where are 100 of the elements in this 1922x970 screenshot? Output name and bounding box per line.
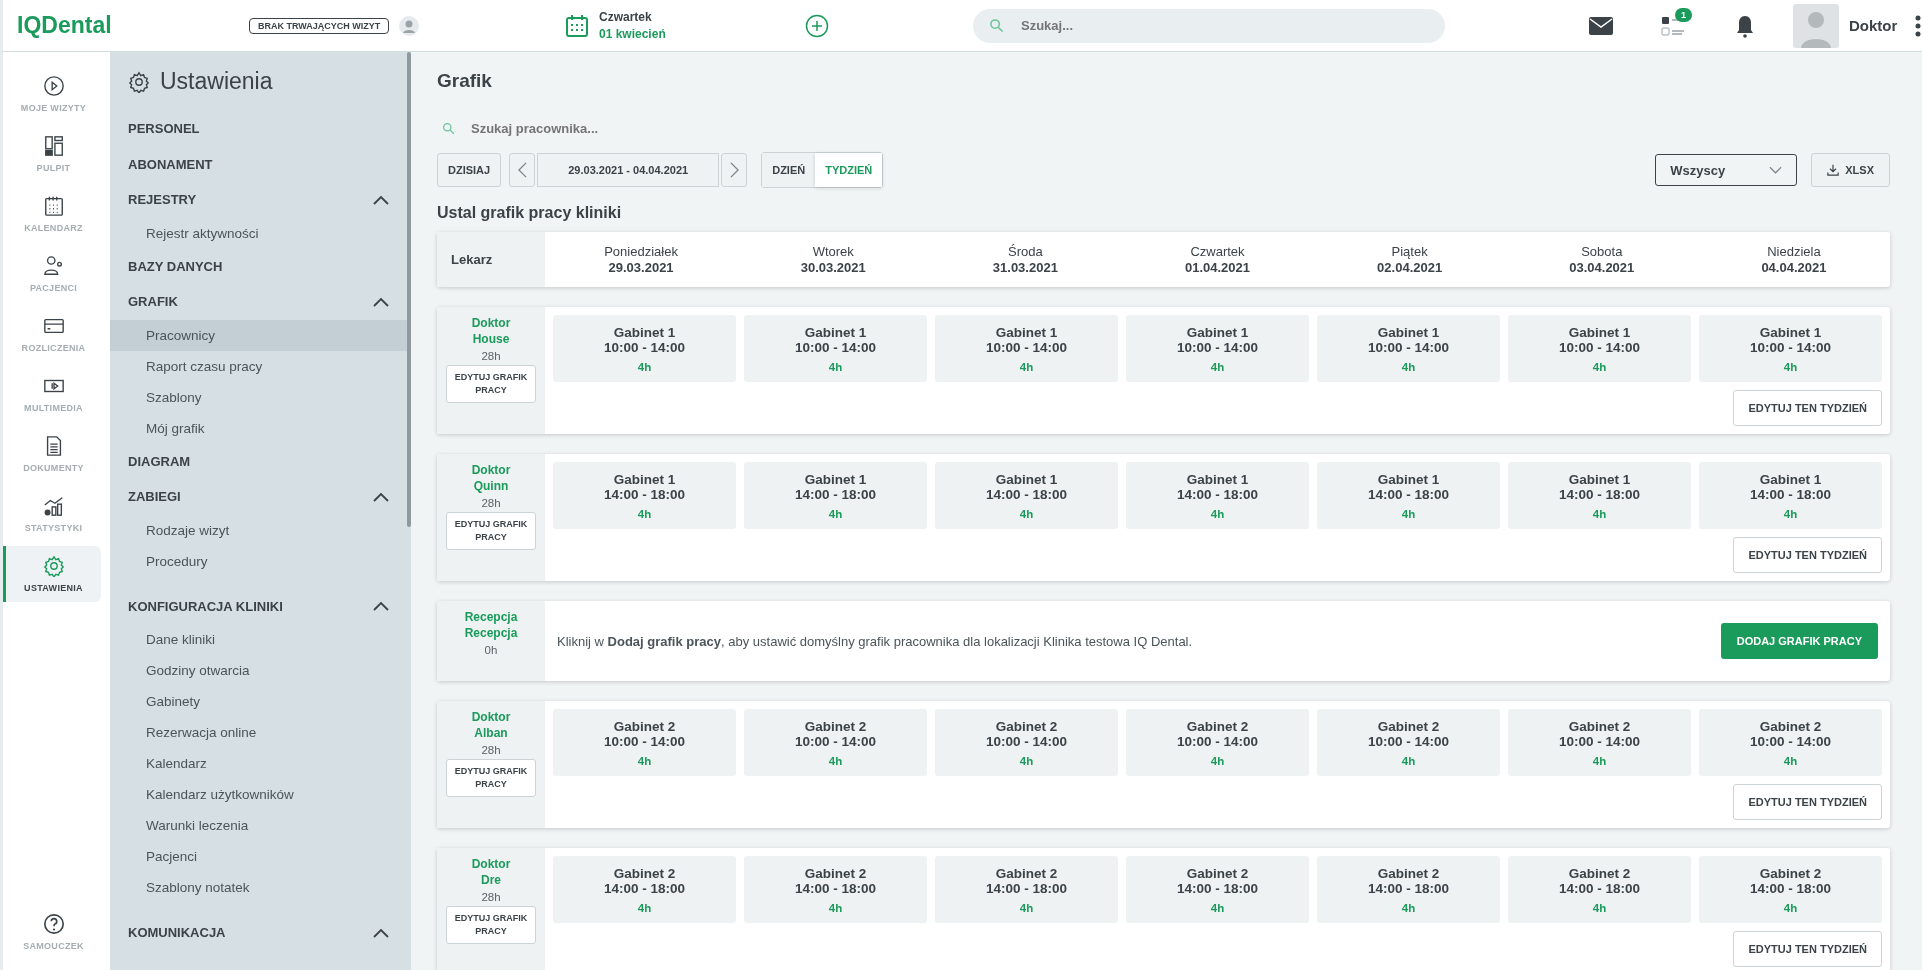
settings-icon	[128, 70, 150, 93]
sidebar-item[interactable]: Dane kliniki	[110, 624, 407, 655]
bell-icon[interactable]	[1735, 13, 1755, 38]
shift-cell[interactable]: Gabinet 2 10:00 - 14:00 4h	[744, 709, 927, 776]
view-tab[interactable]: TYDZIEŃ	[815, 153, 883, 187]
shift-cell[interactable]: Gabinet 1 10:00 - 14:00 4h	[1126, 315, 1309, 382]
sidebar-section[interactable]: DIAGRAM	[110, 443, 407, 479]
shift-cell[interactable]: Gabinet 2 14:00 - 18:00 4h	[1508, 856, 1691, 923]
sidebar-item[interactable]: Procedury	[110, 545, 407, 577]
logo[interactable]: IQDental	[17, 12, 249, 39]
nav-item[interactable]: USTAWIENIA	[3, 546, 101, 602]
sidebar-item[interactable]: Raport czasu pracy	[110, 350, 407, 382]
edit-week-button[interactable]: EDYTUJ TEN TYDZIEŃ	[1733, 537, 1882, 573]
shift-cell[interactable]: Gabinet 1 14:00 - 18:00 4h	[553, 462, 736, 529]
sidebar-section[interactable]: ABONAMENT	[110, 146, 407, 182]
sidebar-item[interactable]: Warunki leczenia	[110, 810, 407, 841]
dashboard-icon	[42, 135, 65, 157]
edit-schedule-button[interactable]: EDYTUJ GRAFIK PRACY	[446, 365, 536, 403]
today-button[interactable]: DZISIAJ	[437, 153, 502, 187]
date-label: 31.03.2021	[992, 260, 1058, 275]
shift-cell[interactable]: Gabinet 2 14:00 - 18:00 4h	[744, 856, 927, 923]
edit-week-button[interactable]: EDYTUJ TEN TYDZIEŃ	[1733, 931, 1882, 967]
edit-schedule-button[interactable]: EDYTUJ GRAFIK PRACY	[446, 512, 536, 550]
sidebar-section[interactable]: PERSONEL	[110, 111, 407, 147]
sidebar-item[interactable]: Rejestr aktywności	[110, 217, 407, 249]
scrollbar-thumb[interactable]	[407, 52, 411, 527]
shift-cell[interactable]: Gabinet 2 10:00 - 14:00 4h	[1317, 709, 1500, 776]
shift-cell[interactable]: Gabinet 1 10:00 - 14:00 4h	[553, 315, 736, 382]
shift-cell[interactable]: Gabinet 1 10:00 - 14:00 4h	[1317, 315, 1500, 382]
sidebar-item[interactable]: Pracownicy	[110, 319, 407, 351]
edit-week-button[interactable]: EDYTUJ TEN TYDZIEŃ	[1733, 390, 1882, 426]
date-label: 29.03.2021	[608, 260, 674, 275]
shift-cell[interactable]: Gabinet 2 14:00 - 18:00 4h	[1317, 856, 1500, 923]
weekday-label: Wtorek	[812, 244, 854, 259]
shift-cell[interactable]: Gabinet 1 14:00 - 18:00 4h	[1126, 462, 1309, 529]
date-label: 01.04.2021	[1184, 260, 1251, 275]
edit-schedule-button[interactable]: EDYTUJ GRAFIK PRACY	[446, 906, 536, 944]
sidebar-item[interactable]: Pacjenci	[110, 841, 407, 872]
shift-cell[interactable]: Gabinet 1 14:00 - 18:00 4h	[1699, 462, 1882, 529]
chevron-left-icon	[517, 162, 527, 178]
shift-cell[interactable]: Gabinet 2 10:00 - 14:00 4h	[1699, 709, 1882, 776]
shift-cell[interactable]: Gabinet 1 14:00 - 18:00 4h	[744, 462, 927, 529]
stats-icon	[42, 495, 65, 517]
shift-cell[interactable]: Gabinet 1 14:00 - 18:00 4h	[1508, 462, 1691, 529]
shift-cell[interactable]: Gabinet 2 10:00 - 14:00 4h	[1126, 709, 1309, 776]
sidebar-section[interactable]: ZABIEGI	[110, 479, 407, 515]
sidebar-section[interactable]: KOMUNIKACJA	[110, 915, 407, 951]
sidebar-section[interactable]: GRAFIK	[110, 284, 407, 320]
sidebar-item[interactable]: Kalendarz	[110, 748, 407, 779]
weekday-label: Czwartek	[599, 10, 653, 24]
edit-week-button[interactable]: EDYTUJ TEN TYDZIEŃ	[1733, 784, 1882, 820]
shift-cell[interactable]: Gabinet 1 10:00 - 14:00 4h	[1699, 315, 1882, 382]
more-icon[interactable]	[1915, 14, 1922, 37]
user-avatar-icon[interactable]	[1793, 3, 1839, 48]
edit-schedule-button[interactable]: EDYTUJ GRAFIK PRACY	[446, 759, 536, 797]
date-label: 03.04.2021	[1569, 260, 1635, 275]
staff-filter-dropdown[interactable]: Wszyscy	[1655, 154, 1798, 186]
sidebar-item[interactable]: Kalendarz użytkowników	[110, 779, 407, 810]
shift-cell[interactable]: Gabinet 1 14:00 - 18:00 4h	[935, 462, 1118, 529]
shift-cell[interactable]: Gabinet 2 14:00 - 18:00 4h	[935, 856, 1118, 923]
add-schedule-button[interactable]: DODAJ GRAFIK PRACY	[1720, 623, 1878, 659]
search-field[interactable]: Szukaj...	[973, 8, 1445, 43]
sidebar-item[interactable]: Mój grafik	[110, 412, 407, 444]
add-icon[interactable]	[805, 13, 829, 38]
shift-cell[interactable]: Gabinet 2 10:00 - 14:00 4h	[1508, 709, 1691, 776]
calendar-icon[interactable]	[565, 13, 589, 38]
download-icon	[1827, 164, 1840, 176]
task-list-icon[interactable]	[1661, 14, 1687, 37]
shift-cell[interactable]: Gabinet 2 10:00 - 14:00 4h	[935, 709, 1118, 776]
visit-status: BRAK TRWAJĄCYCH WIZYT	[249, 17, 390, 34]
help-icon	[42, 913, 65, 935]
weekday-label: Piątek	[1391, 244, 1428, 259]
sidebar-item[interactable]: Rezerwacja online	[110, 717, 407, 748]
user-name[interactable]: Doktor	[1849, 17, 1898, 34]
shift-cell[interactable]: Gabinet 1 10:00 - 14:00 4h	[935, 315, 1118, 382]
shift-cell[interactable]: Gabinet 1 10:00 - 14:00 4h	[744, 315, 927, 382]
notification-badge: 1	[1675, 7, 1692, 22]
sidebar-item[interactable]: Rodzaje wizyt	[110, 514, 407, 546]
export-button[interactable]: XLSX	[1811, 153, 1890, 187]
shift-cell[interactable]: Gabinet 2 14:00 - 18:00 4h	[1126, 856, 1309, 923]
shift-cell[interactable]: Gabinet 1 14:00 - 18:00 4h	[1317, 462, 1500, 529]
shift-cell[interactable]: Gabinet 2 14:00 - 18:00 4h	[1699, 856, 1882, 923]
shift-cell[interactable]: Gabinet 1 10:00 - 14:00 4h	[1508, 315, 1691, 382]
date-label: 30.03.2021	[800, 260, 866, 275]
sidebar-item[interactable]: Szablony	[110, 381, 407, 413]
weekday-label: Czwartek	[1190, 244, 1245, 259]
sidebar-item[interactable]: Godziny otwarcia	[110, 655, 407, 686]
sidebar-item[interactable]: Szablony notatek	[110, 872, 407, 903]
shift-cell[interactable]: Gabinet 2 10:00 - 14:00 4h	[553, 709, 736, 776]
shift-cell[interactable]: Gabinet 2 14:00 - 18:00 4h	[553, 856, 736, 923]
date-label: 02.04.2021	[1377, 260, 1443, 275]
sidebar-item[interactable]: Gabinety	[110, 686, 407, 717]
mail-icon[interactable]	[1589, 16, 1613, 35]
search-icon	[989, 17, 1004, 33]
date-range: 29.03.2021 - 04.04.2021	[537, 153, 720, 187]
date-label: 01 kwiecień	[599, 27, 666, 41]
employee-search-field[interactable]: Szukaj pracownika...	[437, 110, 1890, 146]
sidebar-section[interactable]: REJESTRY	[110, 182, 407, 218]
sidebar-section[interactable]: BAZY DANYCH	[110, 248, 407, 284]
sidebar-section[interactable]: KONFIGURACJA KLINIKI	[110, 588, 407, 624]
